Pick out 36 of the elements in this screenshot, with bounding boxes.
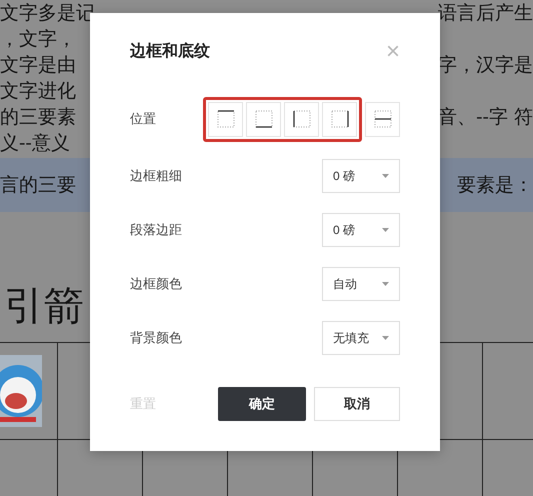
confirm-button[interactable]: 确定 — [218, 387, 306, 421]
caret-icon — [382, 336, 389, 340]
field-label: 背景颜色 — [130, 329, 182, 348]
caret-icon — [382, 282, 389, 286]
document-text: 言的三要 — [0, 172, 76, 198]
dropdown-select[interactable]: 0 磅 — [322, 213, 400, 247]
border-option[interactable] — [322, 102, 357, 136]
field-label: 段落边距 — [130, 221, 182, 240]
border-position-icon — [328, 108, 350, 130]
document-text: 语言后产生 — [438, 1, 533, 26]
border-position-icon — [290, 108, 312, 130]
dropdown-select[interactable]: 0 磅 — [322, 159, 400, 193]
field-label: 边框颜色 — [130, 275, 182, 294]
border-option[interactable] — [208, 102, 243, 136]
field-label: 位置 — [130, 110, 156, 128]
document-text: 的三要素 — [0, 105, 76, 130]
border-option[interactable] — [365, 102, 400, 136]
border-position-icon — [214, 108, 236, 130]
border-position-icon — [252, 108, 274, 130]
document-text: 音、--字 符 — [438, 105, 533, 130]
border-option[interactable] — [246, 102, 281, 136]
document-heading: 引箭 — [3, 282, 84, 330]
cancel-button[interactable]: 取消 — [314, 387, 400, 421]
dropdown-select[interactable]: 无填充 — [322, 321, 400, 355]
document-text: 文字是由 — [0, 53, 76, 78]
border-option[interactable] — [284, 102, 319, 136]
dialog-title: 边框和底纹 — [130, 41, 210, 62]
caret-icon — [382, 174, 389, 178]
border-position-icon — [372, 108, 394, 130]
document-text: 文字进化 — [0, 79, 76, 104]
field-label: 边框粗细 — [130, 167, 182, 186]
dropdown-select[interactable]: 自动 — [322, 267, 400, 301]
caret-icon — [382, 228, 389, 232]
document-text: 义--意义 — [0, 131, 70, 156]
document-text: ，文字， — [0, 27, 76, 52]
document-text: 要素是： — [457, 172, 533, 198]
